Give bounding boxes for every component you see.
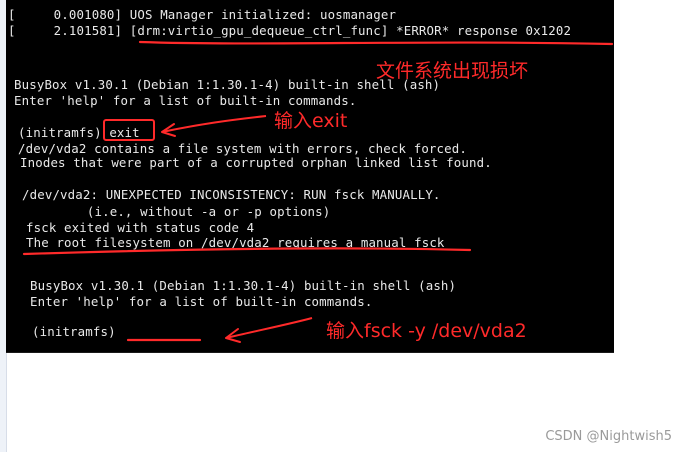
annotation-input-fsck: 输入fsck -y /dev/vda2: [326, 320, 527, 342]
annotation-input-exit: 输入exit: [274, 110, 348, 132]
annotation-fs-damaged: 文件系统出现损坏: [376, 60, 529, 82]
error-underline: [138, 40, 614, 46]
fsck-required-underline: [22, 247, 472, 256]
fsck-arrow-line: [225, 317, 313, 339]
exit-arrow-line: [161, 115, 267, 133]
csdn-watermark: CSDN @Nightwish5: [545, 429, 672, 444]
annotation-overlay: [22, 40, 614, 343]
exit-highlight-box: [103, 119, 155, 141]
